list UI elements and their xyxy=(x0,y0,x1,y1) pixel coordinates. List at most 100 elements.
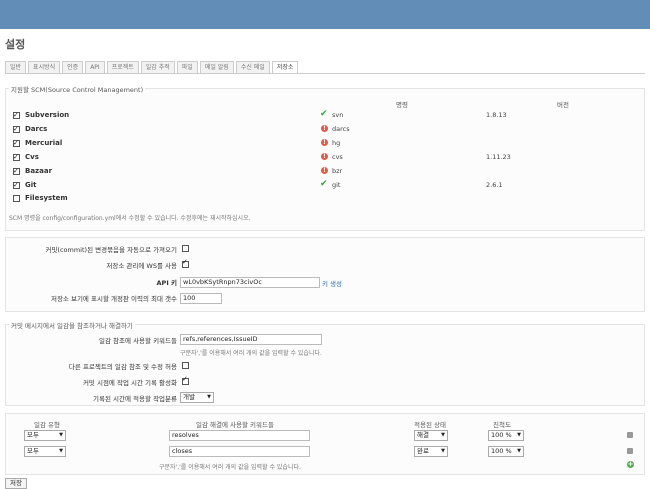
scm-name: Mercurial xyxy=(25,139,63,147)
fix-keywords-box: 일감 유형 일감 해결에 사용할 키워드들 적용된 상태 진척도 모두 ▼ re… xyxy=(5,413,645,475)
activity-label: 기록된 시간에 적용할 작업분류 xyxy=(93,395,177,403)
error-icon: ! xyxy=(321,167,328,174)
tab-incoming-emails[interactable]: 수신 메일 xyxy=(235,61,270,73)
chevron-down-icon: ▼ xyxy=(207,394,211,400)
scm-name: Git xyxy=(25,181,37,189)
add-icon[interactable]: + xyxy=(627,461,634,468)
status-select[interactable]: 완료 ▼ xyxy=(414,446,448,457)
scm-command: hg xyxy=(332,139,341,147)
ratio-value: 100 % xyxy=(491,447,512,455)
scm-checkbox-filesystem[interactable] xyxy=(13,195,20,202)
tracker-value: 모두 xyxy=(27,447,39,455)
scm-row-git: Git ✔ git 2.6.1 xyxy=(6,179,642,191)
generate-key-link[interactable]: 키 생성 xyxy=(322,278,342,288)
scm-name: Filesystem xyxy=(25,194,68,202)
activity-select-value: 개발 xyxy=(183,393,195,401)
tab-display[interactable]: 표시방식 xyxy=(28,61,61,73)
tab-authentication[interactable]: 인증 xyxy=(62,61,84,73)
ratio-select[interactable]: 100 % ▼ xyxy=(488,446,524,457)
status-select[interactable]: 해결 ▼ xyxy=(414,430,448,441)
scm-checkbox-mercurial[interactable] xyxy=(13,137,20,149)
scm-command: darcs xyxy=(332,125,350,133)
scm-checkbox-subversion[interactable] xyxy=(13,109,20,121)
scm-row-subversion: Subversion ✔ svn 1.8.13 xyxy=(6,109,642,121)
trash-icon[interactable] xyxy=(627,448,633,454)
maxrev-label: 저장소 보기에 표시할 개정판 이력의 최대 갯수 xyxy=(50,295,177,303)
tab-email-notifications[interactable]: 메일 알림 xyxy=(199,61,234,73)
save-button[interactable]: 저장 xyxy=(5,478,27,489)
scm-command: git xyxy=(332,181,341,189)
fix-keywords-note: 구분자','를 이용해서 여러 개의 값을 입력할 수 있습니다. xyxy=(159,464,301,471)
ratio-select[interactable]: 100 % ▼ xyxy=(488,430,524,441)
maxrev-input[interactable]: 100 xyxy=(180,293,222,304)
tab-issue-tracking[interactable]: 일감 추적 xyxy=(140,61,175,73)
error-icon: ! xyxy=(321,125,328,132)
autofetch-checkbox[interactable] xyxy=(182,245,189,252)
scm-checkbox-bazaar[interactable] xyxy=(13,165,20,177)
check-icon: ✔ xyxy=(320,179,328,189)
col-ratio-header: 진척도 xyxy=(493,421,511,429)
ws-checkbox[interactable] xyxy=(182,258,189,268)
chevron-down-icon: ▼ xyxy=(59,432,63,438)
scm-command-header: 명령 xyxy=(396,101,408,109)
ref-keywords-note: 구분자','를 이용해서 여러 개의 값을 입력할 수 있습니다. xyxy=(180,350,322,357)
scm-checkbox-cvs[interactable] xyxy=(13,151,20,163)
scm-name: Darcs xyxy=(25,125,48,133)
scm-version: 1.11.23 xyxy=(486,153,511,161)
scm-name: Subversion xyxy=(25,111,70,119)
col-keywords-header: 일감 해결에 사용할 키워드들 xyxy=(196,421,274,429)
scm-row-cvs: Cvs ! cvs 1.11.23 xyxy=(6,151,642,163)
fix-keywords-input[interactable]: closes xyxy=(169,446,310,457)
autofetch-label: 커밋(commit)된 변경묶음을 자동으로 가져오기 xyxy=(45,246,177,254)
scm-checkbox-git[interactable] xyxy=(13,179,20,191)
apikey-label: API 키 xyxy=(156,279,177,287)
timelog-label: 커밋 시점에 작업 시간 기록 활성화 xyxy=(82,379,177,387)
ws-label: 저장소 관리에 WS를 사용 xyxy=(106,262,177,270)
error-icon: ! xyxy=(321,153,328,160)
status-value: 완료 xyxy=(417,447,429,455)
scm-version: 2.6.1 xyxy=(486,181,503,189)
chevron-down-icon: ▼ xyxy=(517,432,521,438)
trash-icon[interactable] xyxy=(627,432,633,438)
col-status-header: 적용된 상태 xyxy=(414,421,446,429)
activity-select[interactable]: 개발 ▼ xyxy=(180,392,214,403)
chevron-down-icon: ▼ xyxy=(441,432,445,438)
scm-row-bazaar: Bazaar ! bzr xyxy=(6,165,642,177)
scm-name: Bazaar xyxy=(25,167,53,175)
cross-project-checkbox[interactable] xyxy=(182,362,189,369)
check-icon: ✔ xyxy=(320,109,328,119)
scm-row-darcs: Darcs ! darcs xyxy=(6,123,642,135)
scm-version: 1.8.13 xyxy=(486,111,507,119)
tab-general[interactable]: 일반 xyxy=(5,61,27,73)
scm-version-header: 버전 xyxy=(557,101,569,109)
chevron-down-icon: ▼ xyxy=(517,448,521,454)
tracker-select[interactable]: 모두 ▼ xyxy=(24,430,66,441)
apikey-input[interactable]: wL0vbKSytRnpn73civOc xyxy=(180,277,320,288)
commit-legend: 커밋 메시지에서 일감을 참조하거나 해결하기 xyxy=(9,320,135,330)
status-value: 해결 xyxy=(417,431,429,439)
top-header-bar xyxy=(0,0,650,29)
scm-command: bzr xyxy=(332,167,343,175)
timelog-checkbox[interactable] xyxy=(182,375,189,385)
repository-options-box: 커밋(commit)된 변경묶음을 자동으로 가져오기 저장소 관리에 WS를 … xyxy=(5,237,645,312)
col-tracker-header: 일감 유형 xyxy=(34,421,60,429)
tab-projects[interactable]: 프로젝트 xyxy=(106,61,139,73)
ratio-value: 100 % xyxy=(491,431,512,439)
tracker-select[interactable]: 모두 ▼ xyxy=(24,446,66,457)
scm-row-mercurial: Mercurial ! hg xyxy=(6,137,642,149)
scm-command: svn xyxy=(332,111,344,119)
scm-legend: 지원할 SCM(Source Control Management) xyxy=(9,84,146,94)
scm-name: Cvs xyxy=(25,153,39,161)
tab-api[interactable]: API xyxy=(85,61,105,73)
tracker-value: 모두 xyxy=(27,431,39,439)
tab-files[interactable]: 파일 xyxy=(176,61,198,73)
chevron-down-icon: ▼ xyxy=(59,448,63,454)
fix-keywords-input[interactable]: resolves xyxy=(169,430,310,441)
commit-messages-fieldset: 커밋 메시지에서 일감을 참조하거나 해결하기 일감 참조에 사용할 키워드들 … xyxy=(5,320,645,406)
scm-note: SCM 명령을 config/configuration.yml에서 수정할 수… xyxy=(9,215,251,222)
scm-fieldset: 지원할 SCM(Source Control Management) 명령 버전… xyxy=(5,84,645,231)
scm-checkbox-darcs[interactable] xyxy=(13,123,20,135)
ref-keywords-input[interactable]: refs,references,IssueID xyxy=(180,334,322,345)
scm-command: cvs xyxy=(332,153,343,161)
page-title: 설정 xyxy=(5,38,26,51)
